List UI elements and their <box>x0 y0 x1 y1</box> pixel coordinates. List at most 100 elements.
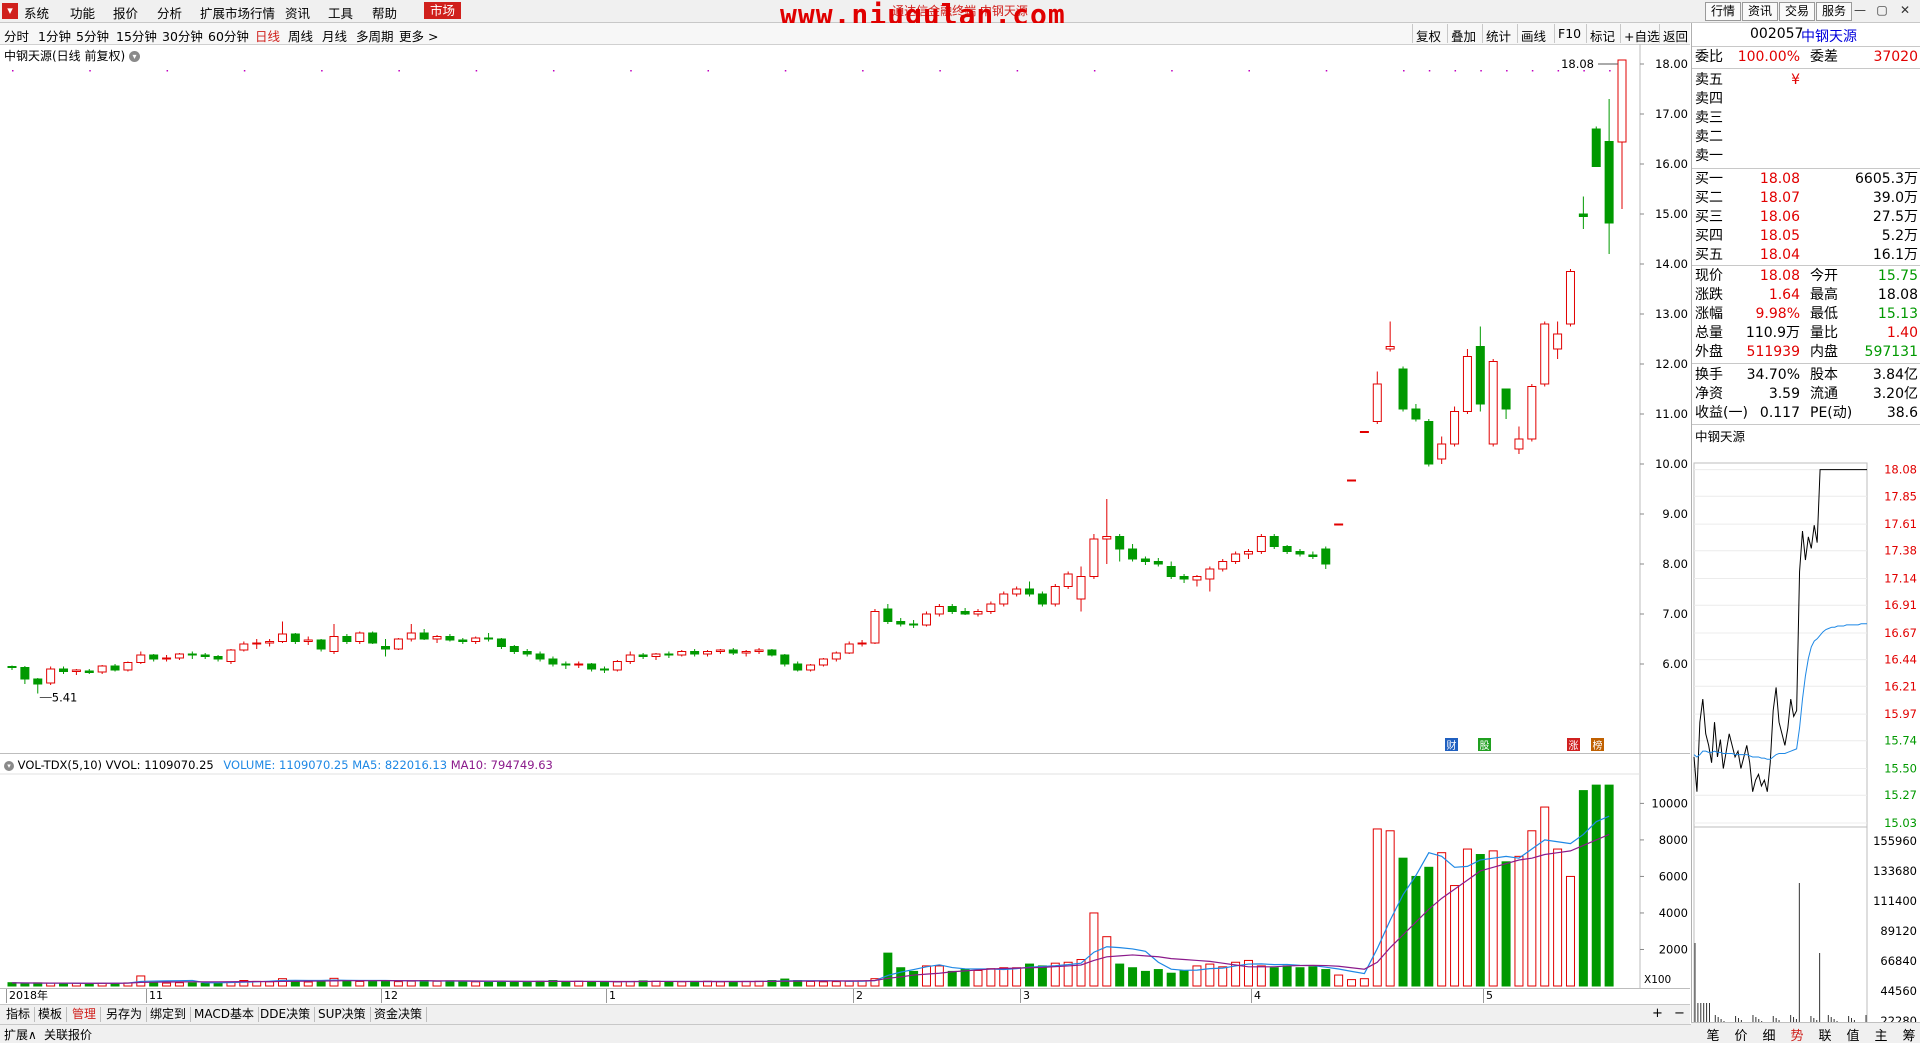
volume-bar <box>200 982 210 987</box>
candle-body <box>1282 546 1292 552</box>
menu-item-5[interactable]: 资讯 <box>285 3 310 22</box>
maximize-icon[interactable]: ▢ <box>1874 2 1890 18</box>
indicator-tab-8[interactable]: 资金决策 <box>370 1007 428 1022</box>
volume-bar <box>986 968 996 987</box>
zoom-out-icon[interactable]: − <box>1674 1006 1685 1021</box>
toolbar-divider <box>1447 24 1448 43</box>
volume-dropdown-icon[interactable]: ▾ <box>4 760 14 771</box>
candlestick-chart[interactable]: 18.00 17.00 16.00 15.00 14.00 13.00 12.00 11.00… <box>0 44 1690 753</box>
volume-bar <box>1140 970 1150 987</box>
menu-item-7[interactable]: 帮助 <box>372 3 397 22</box>
menu-item-1[interactable]: 功能 <box>70 3 95 22</box>
candle-body <box>1437 443 1447 460</box>
right-tab-7[interactable]: 筹 <box>1891 1025 1920 1044</box>
stat-value: 511939 <box>1746 344 1800 360</box>
menu-item-3[interactable]: 分析 <box>157 3 182 22</box>
mini-volume-tick: 44560 <box>1880 984 1917 998</box>
volume-chart[interactable]: 10000 8000 6000 4000 2000 X100 <box>0 754 1690 989</box>
status-expand[interactable]: 扩展∧ <box>4 1026 37 1043</box>
menu-item-0[interactable]: 系统 <box>24 3 49 22</box>
volume-bar <box>1398 857 1408 987</box>
top-button-1[interactable]: 资讯 <box>1742 2 1779 21</box>
volume-bar <box>1527 830 1537 987</box>
event-dot <box>321 70 323 72</box>
menu-item-4[interactable]: 扩展市场行情 <box>200 3 275 22</box>
indicator-tab-0[interactable]: 指标 <box>2 1007 36 1022</box>
mini-price-tick: 15.74 <box>1884 734 1917 748</box>
volume-bar <box>1089 912 1099 987</box>
top-button-0[interactable]: 行情 <box>1705 2 1742 21</box>
volume-chart-area[interactable]: 10000 8000 6000 4000 2000 X100 ▾ VOL-TDX(5,10… <box>0 753 1690 989</box>
price-tick-label: 12.00 <box>1655 357 1688 371</box>
candle-body <box>1359 431 1369 433</box>
candle-body <box>754 649 764 652</box>
date-axis-label: 12 <box>381 989 398 1003</box>
period-tab-1[interactable]: 1分钟 <box>38 26 71 45</box>
tool-button-2[interactable]: 统计 <box>1486 26 1511 45</box>
period-tab-6[interactable]: 日线 <box>255 26 280 45</box>
period-tab-9[interactable]: 多周期 <box>356 26 394 45</box>
weicha-value: 37020 <box>1873 49 1918 65</box>
indicator-tab-2[interactable]: 管理 <box>68 1007 102 1022</box>
tool-button-5[interactable]: 标记 <box>1590 26 1615 45</box>
tool-button-4[interactable]: F10 <box>1558 26 1581 41</box>
stat-value: 110.9万 <box>1745 325 1800 341</box>
indicator-tab-5[interactable]: MACD基本 <box>190 1007 259 1022</box>
indicator-tab-4[interactable]: 绑定到 <box>146 1007 192 1022</box>
tool-button-3[interactable]: 画线 <box>1521 26 1546 45</box>
intraday-mini-chart[interactable]: 18.08 17.85 17.61 17.38 17.14 16.91 16.67 16.44… <box>1692 443 1920 1041</box>
candle-body <box>690 651 700 655</box>
candle-body <box>793 663 803 671</box>
tool-button-0[interactable]: 复权 <box>1416 26 1441 45</box>
candle-body <box>947 606 957 612</box>
candle-body <box>844 643 854 654</box>
candle-body <box>226 649 236 662</box>
volume-bar <box>1437 852 1447 987</box>
candle-body <box>406 632 416 640</box>
tool-button-6[interactable]: +自选 <box>1624 26 1659 45</box>
weibi-value: 100.00% <box>1737 49 1800 65</box>
zoom-in-icon[interactable]: + <box>1652 1006 1663 1021</box>
candle-body <box>381 646 391 650</box>
indicator-tab-7[interactable]: SUP决策 <box>314 1007 371 1022</box>
minimize-icon[interactable]: — <box>1852 2 1868 18</box>
volume-bar <box>1411 875 1421 987</box>
top-button-3[interactable]: 服务 <box>1816 2 1853 21</box>
market-button[interactable]: 市场 <box>424 2 462 19</box>
stat-value: 1.64 <box>1768 287 1800 303</box>
period-tab-5[interactable]: 60分钟 <box>208 26 249 45</box>
period-tab-3[interactable]: 15分钟 <box>116 26 157 45</box>
volume-bar <box>381 980 391 987</box>
candle-body <box>741 651 751 654</box>
indicator-tab-1[interactable]: 模板 <box>34 1007 68 1022</box>
date-axis-label: 4 <box>1251 989 1261 1003</box>
indicator-tab-3[interactable]: 另存为 <box>102 1007 148 1022</box>
indicator-tab-6[interactable]: DDE决策 <box>256 1007 316 1022</box>
close-icon[interactable]: ✕ <box>1897 2 1913 18</box>
price-chart-area[interactable]: 18.00 17.00 16.00 15.00 14.00 13.00 12.00 11.00… <box>0 44 1690 753</box>
top-button-2[interactable]: 交易 <box>1779 2 1816 21</box>
buy-price: 18.07 <box>1759 190 1800 206</box>
volume-bar <box>1256 965 1266 987</box>
candle-body <box>960 611 970 615</box>
status-linked-quote[interactable]: 关联报价 <box>44 1026 92 1043</box>
event-dot <box>630 70 632 72</box>
period-tab-7[interactable]: 周线 <box>288 26 313 45</box>
menu-item-6[interactable]: 工具 <box>328 3 353 22</box>
event-mark: 榜 <box>1593 739 1603 752</box>
period-tab-10[interactable]: 更多 > <box>399 26 438 45</box>
period-tab-8[interactable]: 月线 <box>322 26 347 45</box>
menu-item-2[interactable]: 报价 <box>113 3 138 22</box>
chart-header-dropdown-icon[interactable]: ▾ <box>129 51 141 62</box>
period-tab-0[interactable]: 分时 <box>4 26 29 45</box>
candle-body <box>1501 388 1511 410</box>
volume-bar <box>1450 885 1460 987</box>
tool-button-7[interactable]: 返回 <box>1663 26 1688 45</box>
candle-body <box>561 663 571 666</box>
stock-name: 中钢天源 <box>1801 29 1857 45</box>
date-axis: 2018年 11 12 1 2 3 4 5 <box>0 988 1690 1004</box>
period-tab-2[interactable]: 5分钟 <box>76 26 109 45</box>
candle-body <box>1514 438 1524 450</box>
period-tab-4[interactable]: 30分钟 <box>162 26 203 45</box>
tool-button-1[interactable]: 叠加 <box>1451 26 1476 45</box>
